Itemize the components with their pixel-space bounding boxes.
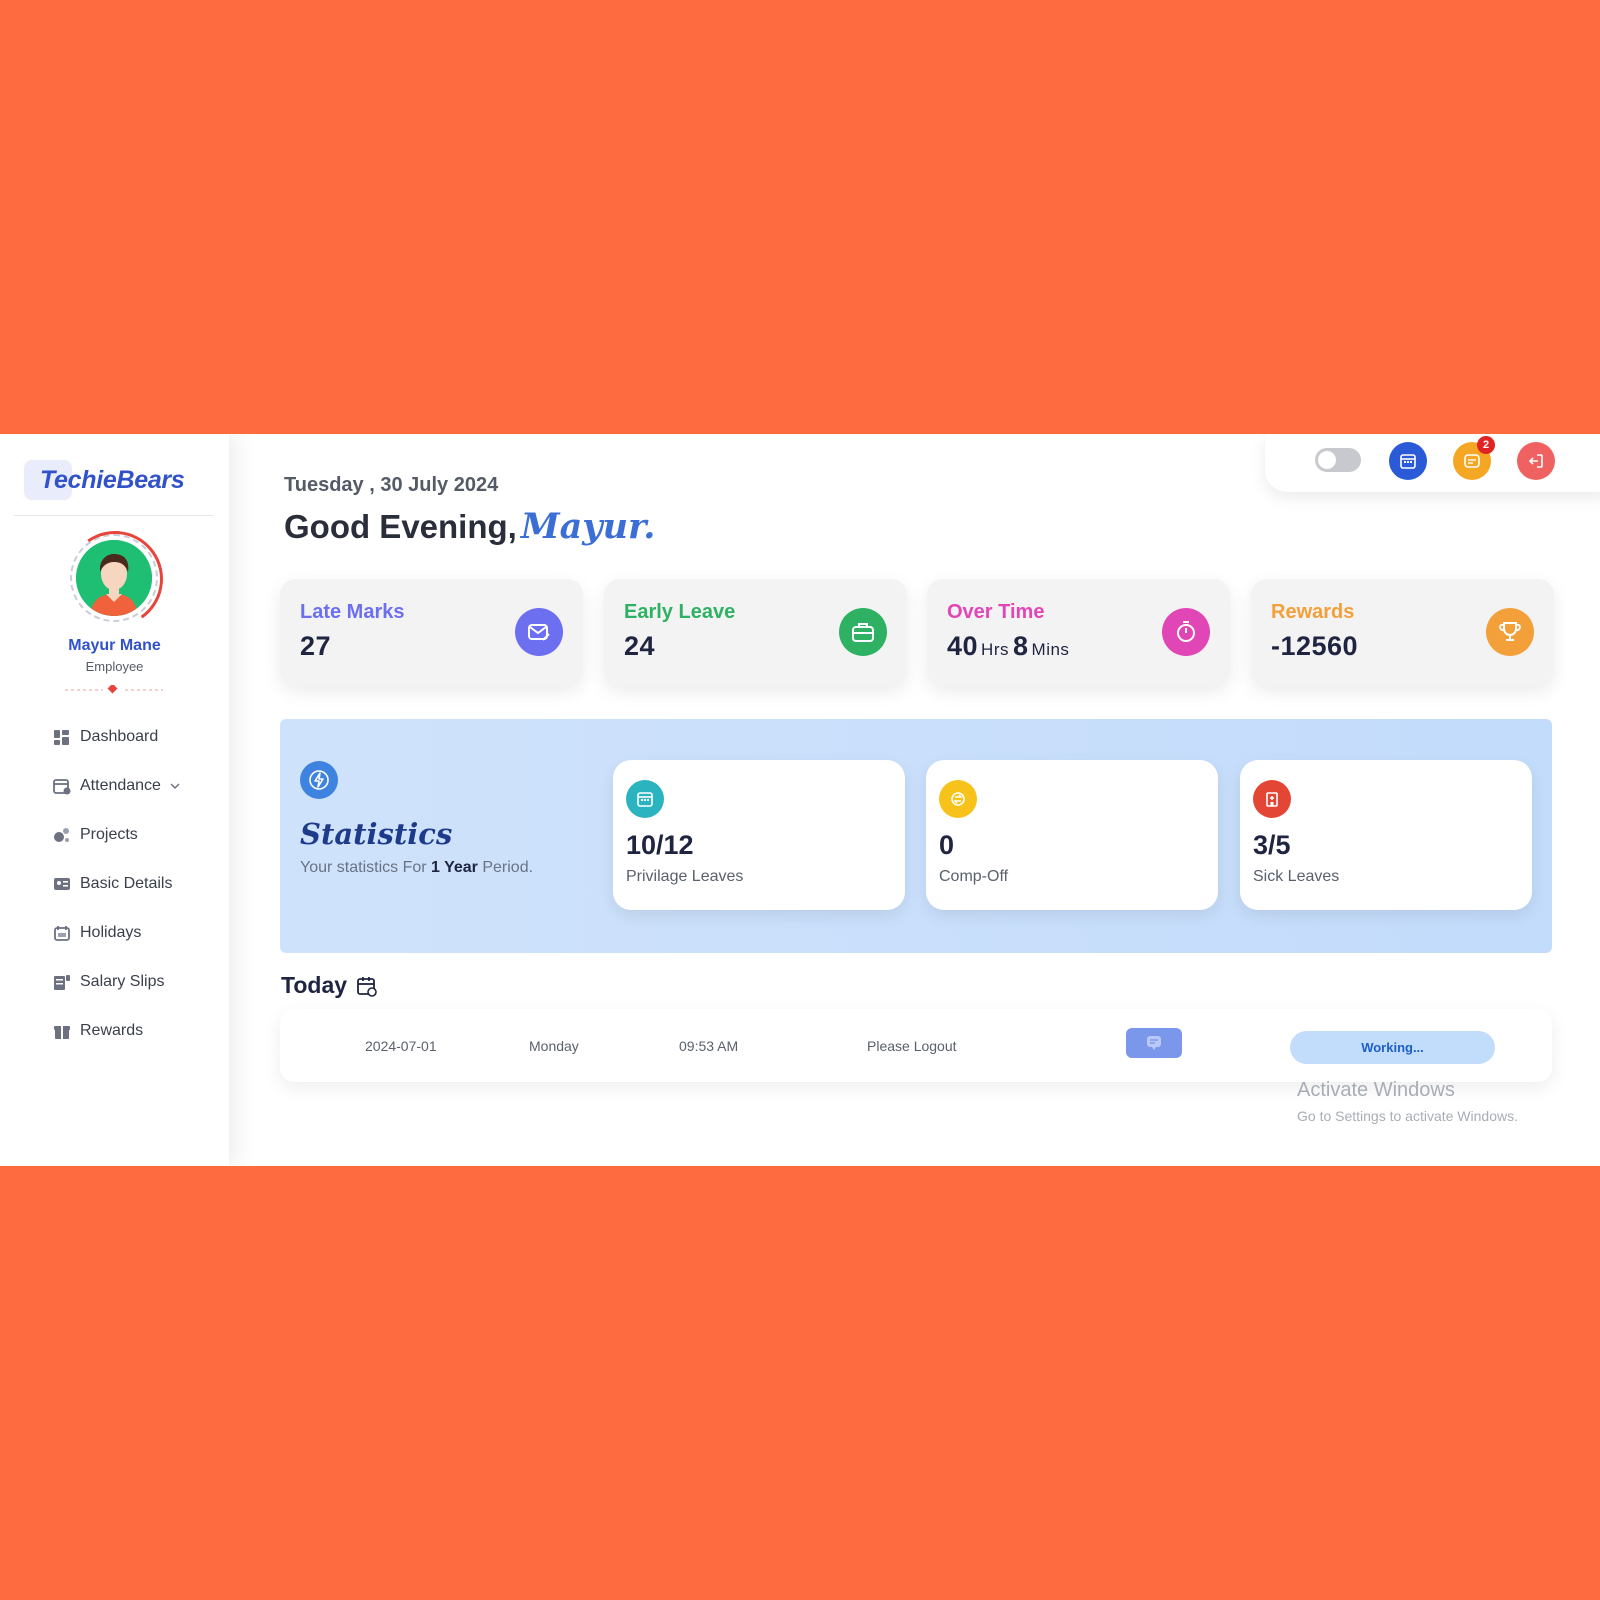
stopwatch-icon bbox=[1162, 608, 1210, 656]
sidebar-item-salary-slips[interactable]: Salary Slips bbox=[52, 957, 222, 1006]
today-title: Today bbox=[281, 972, 348, 998]
role-divider bbox=[65, 685, 163, 694]
gift-icon bbox=[54, 1025, 70, 1039]
greeting: Good Evening, Mayur. bbox=[284, 506, 655, 547]
sidebar-item-label: Dashboard bbox=[80, 727, 159, 745]
logout-icon bbox=[1528, 454, 1543, 468]
stat-privilage-leaves[interactable]: 10/12 Privilage Leaves bbox=[613, 760, 905, 910]
id-card-icon bbox=[54, 877, 70, 890]
stat-comp-off[interactable]: 0 Comp-Off bbox=[926, 760, 1218, 910]
sidebar: TechieBears Mayur Mane Employee Dashboar… bbox=[0, 434, 229, 1166]
stat-label: Sick Leaves bbox=[1253, 868, 1340, 885]
status-badge: Working... bbox=[1290, 1031, 1495, 1064]
today-day: Monday bbox=[529, 1038, 579, 1054]
card-label: Over Time bbox=[947, 601, 1045, 623]
holiday-calendar-icon bbox=[54, 925, 70, 941]
card-rewards[interactable]: Rewards -12560 bbox=[1251, 579, 1554, 686]
swap-icon bbox=[939, 780, 977, 818]
sidebar-item-basic-details[interactable]: Basic Details bbox=[52, 859, 222, 908]
card-value: -12560 bbox=[1271, 631, 1359, 661]
calendar-icon bbox=[1400, 454, 1416, 469]
statistics-panel: Statistics Your statistics For 1 Year Pe… bbox=[280, 719, 1552, 953]
notification-badge: 2 bbox=[1477, 436, 1495, 454]
stat-value: 10/12 bbox=[626, 830, 694, 860]
card-value: 27 bbox=[300, 631, 332, 661]
statistics-subtitle: Your statistics For 1 Year Period. bbox=[300, 859, 534, 876]
hospital-icon bbox=[1253, 780, 1291, 818]
calendar-icon bbox=[53, 778, 71, 794]
projects-icon bbox=[54, 827, 69, 842]
user-role: Employee bbox=[85, 659, 144, 674]
avatar-image bbox=[76, 540, 152, 616]
card-label: Rewards bbox=[1271, 601, 1355, 623]
logo[interactable]: TechieBears bbox=[24, 460, 192, 500]
today-heading: Today bbox=[281, 972, 379, 999]
avatar[interactable] bbox=[59, 523, 171, 635]
stat-label: Privilage Leaves bbox=[626, 868, 744, 885]
trophy-icon bbox=[1486, 608, 1534, 656]
chat-icon bbox=[1147, 1036, 1161, 1050]
today-note: Please Logout bbox=[867, 1038, 957, 1054]
greeting-name: Mayur. bbox=[520, 506, 656, 547]
activate-windows-subtitle: Go to Settings to activate Windows. bbox=[1297, 1108, 1518, 1124]
sidebar-nav: Dashboard Attendance Projects Basic Deta… bbox=[52, 712, 222, 1055]
sidebar-item-label: Rewards bbox=[80, 1021, 144, 1039]
user-name[interactable]: Mayur Mane bbox=[0, 637, 229, 655]
mail-edit-icon bbox=[515, 608, 563, 656]
stat-sick-leaves[interactable]: 3/5 Sick Leaves bbox=[1240, 760, 1532, 910]
statistics-title: Statistics bbox=[300, 817, 453, 851]
app-window: TechieBears Mayur Mane Employee Dashboar… bbox=[0, 434, 1600, 1166]
sidebar-item-label: Salary Slips bbox=[80, 972, 165, 990]
card-value: 24 bbox=[624, 631, 656, 661]
lightning-icon bbox=[300, 761, 338, 799]
stat-value: 3/5 bbox=[1253, 830, 1291, 860]
stat-label: Comp-Off bbox=[939, 868, 1009, 885]
activate-windows-title: Activate Windows bbox=[1297, 1079, 1455, 1101]
briefcase-icon bbox=[839, 608, 887, 656]
sidebar-divider bbox=[14, 515, 214, 516]
card-label: Late Marks bbox=[300, 601, 405, 623]
overtime-mins-unit: Mins bbox=[1031, 640, 1070, 659]
card-label: Early Leave bbox=[624, 601, 736, 623]
today-attendance-row: 2024-07-01 Monday 09:53 AM Please Logout… bbox=[280, 1009, 1552, 1082]
sidebar-item-label: Projects bbox=[80, 825, 138, 843]
message-button[interactable] bbox=[1126, 1028, 1182, 1058]
sidebar-item-dashboard[interactable]: Dashboard bbox=[52, 712, 222, 761]
dashboard-icon bbox=[54, 729, 69, 745]
overtime-hours-unit: Hrs bbox=[981, 640, 1009, 659]
sidebar-item-projects[interactable]: Projects bbox=[52, 810, 222, 859]
sidebar-item-label: Attendance bbox=[80, 776, 161, 794]
theme-toggle[interactable] bbox=[1315, 448, 1361, 472]
current-date: Tuesday , 30 July 2024 bbox=[284, 474, 499, 496]
today-time: 09:53 AM bbox=[679, 1038, 739, 1054]
sidebar-item-holidays[interactable]: Holidays bbox=[52, 908, 222, 957]
message-icon bbox=[1464, 454, 1480, 468]
overtime-mins: 8 bbox=[1013, 631, 1029, 661]
today-date: 2024-07-01 bbox=[365, 1038, 437, 1054]
logout-button[interactable] bbox=[1517, 442, 1555, 480]
greeting-text: Good Evening, bbox=[284, 508, 517, 545]
card-over-time[interactable]: Over Time 40 Hrs 8 Mins bbox=[927, 579, 1230, 686]
calendar-button[interactable] bbox=[1389, 442, 1427, 480]
sidebar-item-rewards[interactable]: Rewards bbox=[52, 1006, 222, 1055]
sidebar-item-label: Holidays bbox=[80, 923, 142, 941]
notifications-button[interactable]: 2 bbox=[1453, 436, 1495, 480]
calendar-icon bbox=[626, 780, 664, 818]
overtime-hours: 40 bbox=[947, 631, 979, 661]
logo-text: TechieBears bbox=[40, 466, 185, 494]
sidebar-item-label: Basic Details bbox=[80, 874, 173, 892]
chevron-down-icon[interactable] bbox=[169, 780, 181, 792]
card-late-marks[interactable]: Late Marks 27 bbox=[280, 579, 583, 686]
card-value: 40 Hrs 8 Mins bbox=[947, 631, 1073, 662]
top-toolbar: 2 bbox=[1265, 434, 1600, 492]
salary-slip-icon bbox=[54, 974, 70, 990]
calendar-check-icon bbox=[357, 976, 377, 997]
sidebar-item-attendance[interactable]: Attendance bbox=[52, 761, 222, 810]
stat-value: 0 bbox=[939, 830, 955, 860]
card-early-leave[interactable]: Early Leave 24 bbox=[604, 579, 907, 686]
